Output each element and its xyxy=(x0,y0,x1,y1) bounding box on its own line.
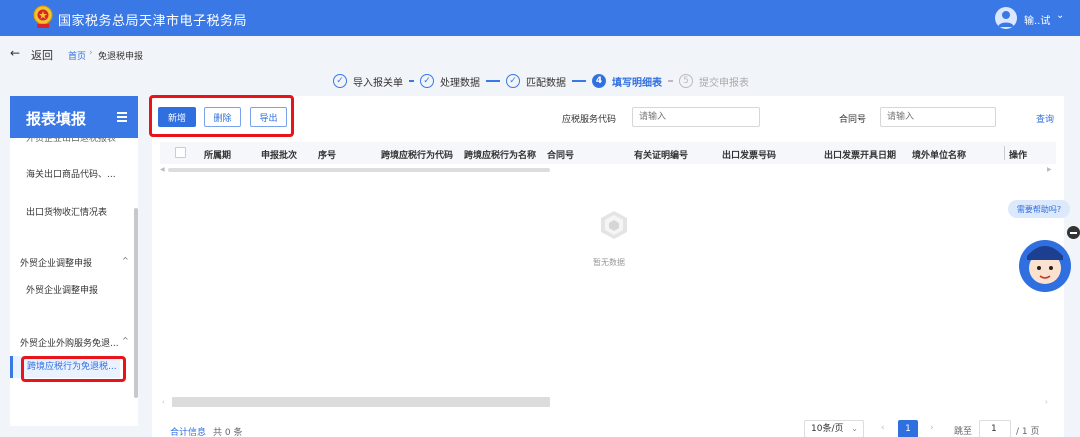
highlight-sidebar-item xyxy=(21,356,126,382)
progress-steps: ✓ 导入报关单 ✓ 处理数据 ✓ 匹配数据 4 填写明细表 5 提交申报表 xyxy=(333,72,749,90)
query-button[interactable]: 查询 xyxy=(1036,112,1054,125)
step-connector xyxy=(409,80,414,82)
column-header: 出口发票开具日期 xyxy=(824,151,897,161)
site-title: 国家税务总局天津市电子税务局 xyxy=(58,14,248,29)
mascot-char: 纳 xyxy=(991,238,1008,259)
column-header: 申报批次 xyxy=(261,151,298,161)
step-label: 提交申报表 xyxy=(699,77,749,89)
prev-page-button[interactable]: ‹ xyxy=(881,423,885,433)
column-header: 境外单位名称 xyxy=(912,151,967,161)
column-header: 跨境应税行为名称 xyxy=(464,151,537,161)
service-code-input[interactable] xyxy=(632,107,760,127)
breadcrumb-separator: › xyxy=(89,48,93,58)
column-header: 合同号 xyxy=(547,151,575,161)
step-label: 填写明细表 xyxy=(612,77,662,89)
menu-icon[interactable] xyxy=(117,112,127,122)
tax-emblem-icon xyxy=(33,5,53,28)
sidebar-group-services[interactable]: 外贸企业外购服务免退... xyxy=(20,336,119,349)
mascot-char: 动 xyxy=(1003,281,1020,301)
step-connector xyxy=(486,80,500,82)
sidebar-item-adjust[interactable]: 外贸企业调整申报 xyxy=(26,283,98,296)
scroll-right-icon[interactable]: › xyxy=(1045,398,1048,406)
sidebar-item-customs-code[interactable]: 海关出口商品代码、... xyxy=(26,167,116,180)
contract-input[interactable] xyxy=(880,107,996,127)
help-bubble[interactable]: 需要帮助吗? xyxy=(1008,200,1070,218)
select-all-checkbox[interactable] xyxy=(175,147,186,158)
main-panel: 新增 删除 导出 应税服务代码 合同号 查询 所属期 申报批次 序号 跨境应税行… xyxy=(152,96,1064,437)
column-divider xyxy=(1004,146,1005,160)
mascot-char: 征 xyxy=(1007,228,1024,249)
step-label: 导入报关单 xyxy=(353,77,403,89)
page-number-current[interactable]: 1 xyxy=(898,420,918,437)
table-top-scrollbar[interactable] xyxy=(168,168,550,172)
breadcrumb-home[interactable]: 首页 xyxy=(68,49,86,62)
empty-state-text: 暂无数据 xyxy=(593,258,625,267)
check-icon: ✓ xyxy=(333,74,347,88)
step-process: ✓ 处理数据 xyxy=(420,74,480,89)
column-header: 跨境应税行为代码 xyxy=(381,151,454,161)
scroll-left-icon[interactable]: ‹ xyxy=(162,398,165,406)
sidebar-header: 报表填报 xyxy=(10,96,138,138)
check-icon: ✓ xyxy=(420,74,434,88)
top-header: 国家税务总局天津市电子税务局 输..试 ⌄ xyxy=(0,0,1080,36)
total-info-link[interactable]: 合计信息 xyxy=(170,425,206,437)
step-fill: 4 填写明细表 xyxy=(592,74,662,89)
chevron-down-icon: ⌄ xyxy=(851,424,858,433)
goto-page-input[interactable]: 1 xyxy=(979,420,1011,437)
chevron-up-icon[interactable]: ^ xyxy=(122,336,129,345)
step-match: ✓ 匹配数据 xyxy=(506,74,566,89)
page-total: / 1 页 xyxy=(1016,427,1040,437)
column-header: 有关证明编号 xyxy=(634,151,689,161)
user-avatar[interactable] xyxy=(995,7,1017,29)
user-name[interactable]: 输..试 xyxy=(1024,12,1050,27)
column-header: 所属期 xyxy=(204,151,232,161)
column-header: 序号 xyxy=(318,151,337,161)
step-label: 匹配数据 xyxy=(526,77,566,89)
scroll-left-icon[interactable]: ◀ xyxy=(160,166,165,173)
contract-label: 合同号 xyxy=(839,115,867,125)
sidebar-title: 报表填报 xyxy=(26,110,87,128)
back-arrow-icon[interactable]: ← xyxy=(10,46,20,60)
sidebar-item-export-receipts[interactable]: 出口货物收汇情况表 xyxy=(26,205,107,218)
chevron-down-icon[interactable]: ⌄ xyxy=(1056,10,1064,21)
table-bottom-scrollbar[interactable] xyxy=(172,397,550,407)
scroll-right-icon[interactable]: ▶ xyxy=(1047,166,1052,173)
check-icon: ✓ xyxy=(506,74,520,88)
page-size-value: 10条/页 xyxy=(811,424,844,434)
empty-box-icon xyxy=(601,211,627,239)
step-number: 5 xyxy=(679,74,693,88)
chevron-up-icon[interactable]: ^ xyxy=(122,256,129,265)
active-indicator xyxy=(10,356,13,378)
table-header: 所属期 申报批次 序号 跨境应税行为代码 跨境应税行为名称 合同号 有关证明编号… xyxy=(160,142,1056,164)
back-button[interactable]: 返回 xyxy=(31,47,53,63)
total-count: 共 0 条 xyxy=(213,428,243,437)
page-size-select[interactable]: 10条/页 ⌄ xyxy=(804,420,864,437)
breadcrumb-current: 免退税申报 xyxy=(98,52,144,62)
column-header: 出口发票号码 xyxy=(722,151,777,161)
step-label: 处理数据 xyxy=(440,77,480,89)
sidebar-item-cut[interactable]: 外贸企业出口退税报表 xyxy=(26,138,116,143)
sidebar-group-adjust[interactable]: 外贸企业调整申报 xyxy=(20,256,92,269)
goto-label: 跳至 xyxy=(954,427,973,437)
column-header: 操作 xyxy=(1009,151,1028,161)
step-import: ✓ 导入报关单 xyxy=(333,74,403,89)
sidebar-scrollbar[interactable] xyxy=(134,208,138,398)
step-number: 4 xyxy=(592,74,606,88)
step-connector xyxy=(668,80,673,82)
assistant-mascot-icon[interactable]: 征 纳 互 动 xyxy=(985,222,1071,302)
user-icon xyxy=(998,11,1014,27)
step-connector xyxy=(572,80,586,82)
next-page-button[interactable]: › xyxy=(930,423,934,433)
service-code-label: 应税服务代码 xyxy=(562,115,617,125)
highlight-toolbar-buttons xyxy=(149,95,294,137)
mascot-char: 互 xyxy=(991,261,1008,281)
step-submit: 5 提交申报表 xyxy=(679,74,749,89)
